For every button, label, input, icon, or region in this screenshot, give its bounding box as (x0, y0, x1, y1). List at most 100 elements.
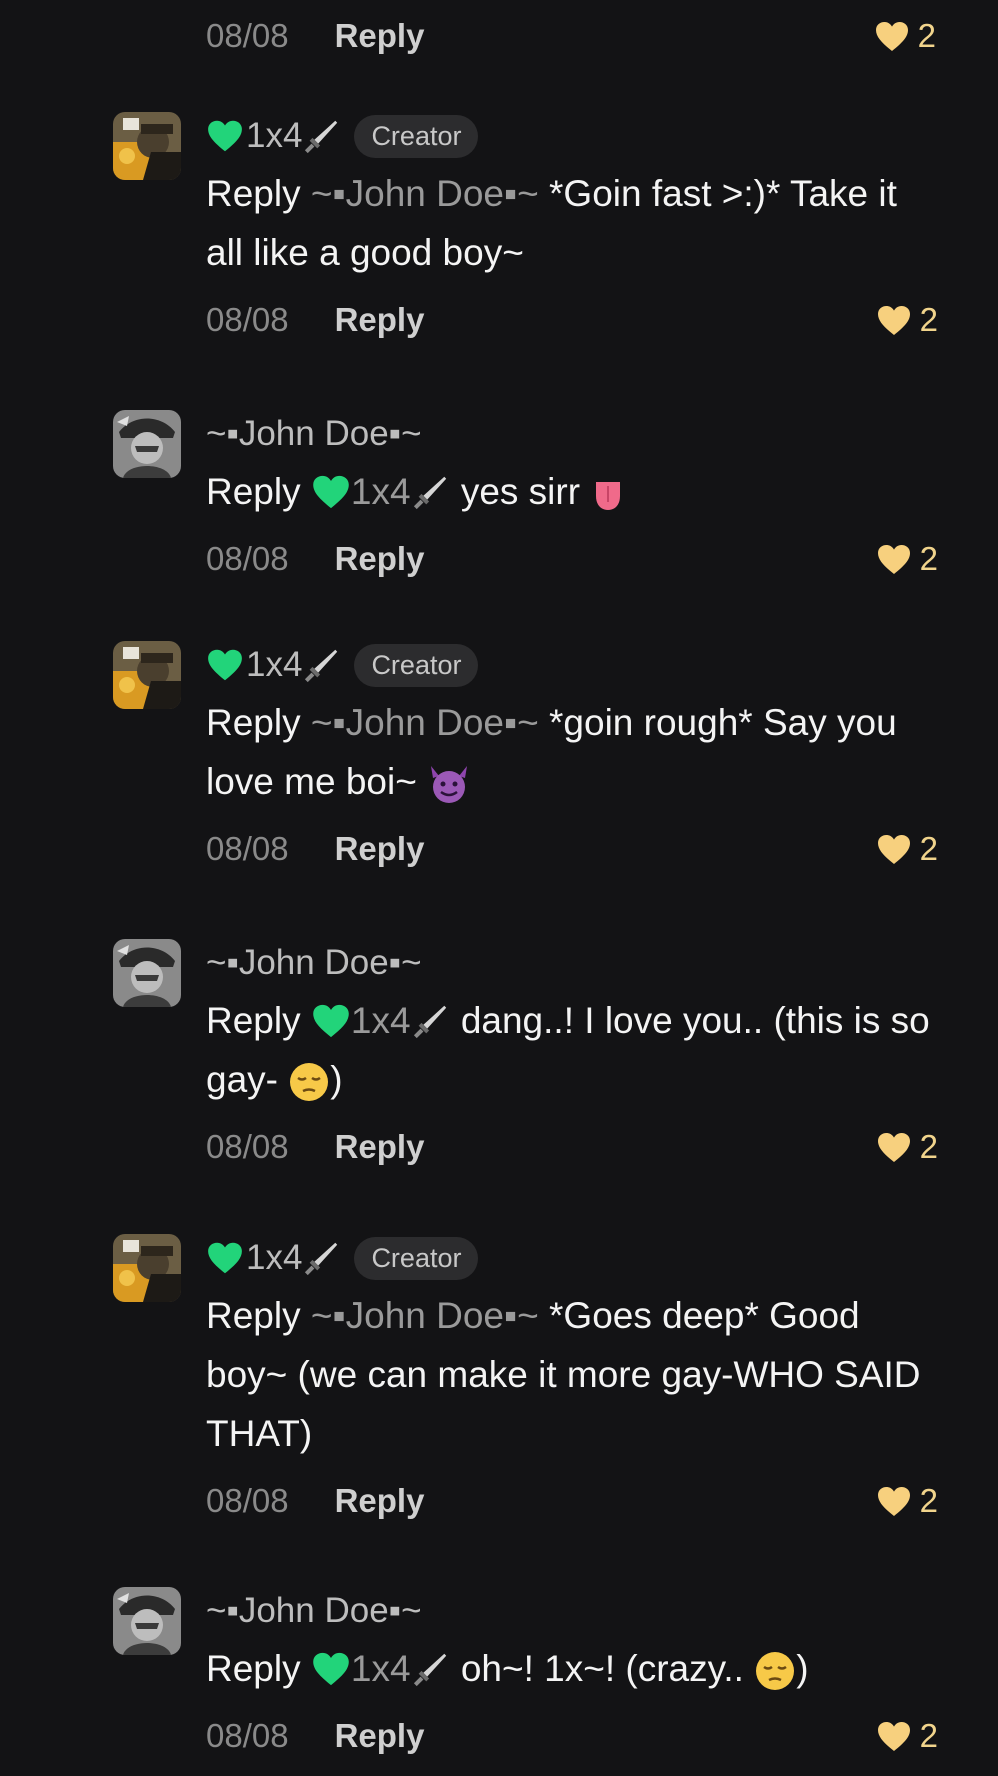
comment-text: Reply ~▪John Doe▪~ *goin rough* Say you … (206, 693, 938, 811)
heart-icon (877, 1486, 910, 1516)
like-button[interactable]: 2 (876, 830, 938, 868)
green-heart-icon (313, 1652, 349, 1685)
author-label: 1x4 (246, 1238, 303, 1277)
pensive-face-emoji (290, 1063, 329, 1102)
reply-button[interactable]: Reply (335, 1482, 425, 1520)
author-name[interactable]: 1x4 (206, 1238, 342, 1278)
heart-icon (875, 21, 908, 51)
comment-body-end: ) (330, 1059, 343, 1100)
dagger-icon (305, 120, 338, 154)
comment-body: yes sirr (450, 471, 581, 512)
creator-badge: Creator (354, 1236, 479, 1280)
like-button[interactable]: 2 (874, 17, 936, 55)
reply-prefix: Reply (206, 702, 301, 743)
dagger-icon (413, 476, 446, 509)
comment-text: Reply 1x4 oh~! 1x~! (crazy.. ) (206, 1639, 938, 1698)
pensive-face-emoji (756, 1652, 795, 1691)
heart-icon (877, 834, 910, 864)
reply-prefix: Reply (206, 1648, 301, 1689)
heart-icon (877, 305, 910, 335)
comment-header: 1x4 Creator (206, 1234, 938, 1282)
avatar[interactable] (113, 112, 181, 180)
dagger-icon (305, 649, 338, 683)
like-button[interactable]: 2 (876, 1128, 938, 1166)
comment-meta: 08/08 Reply 2 (206, 821, 938, 877)
reply-button[interactable]: Reply (335, 1717, 425, 1755)
author-name[interactable]: ~▪John Doe▪~ (206, 1591, 422, 1631)
like-count: 2 (919, 1128, 938, 1165)
like-button[interactable]: 2 (876, 1482, 938, 1520)
like-count: 2 (919, 301, 938, 338)
comment-date: 08/08 (206, 830, 289, 867)
author-name[interactable]: 1x4 (206, 116, 342, 156)
author-name[interactable]: 1x4 (206, 645, 342, 685)
comment-body: *goin rough* Say you love me boi~ (206, 702, 897, 802)
comment-meta: 08/08 Reply 2 (206, 1473, 938, 1529)
mention-link[interactable]: ~▪John Doe▪~ (311, 1286, 539, 1345)
reply-button[interactable]: Reply (335, 301, 425, 339)
avatar[interactable] (113, 1587, 181, 1655)
mention-label: 1x4 (350, 1648, 411, 1689)
comment-date: 08/08 (206, 1482, 289, 1519)
mention-link[interactable]: ~▪John Doe▪~ (311, 164, 539, 223)
reply-button[interactable]: Reply (335, 17, 425, 55)
comment-meta: 08/08 Reply 2 (206, 1708, 938, 1764)
comment-text: Reply ~▪John Doe▪~ *Goes deep* Good boy~… (206, 1286, 938, 1463)
comment-date: 08/08 (206, 1128, 289, 1165)
creator-badge: Creator (354, 114, 479, 158)
comment-date: 08/08 (206, 540, 289, 577)
comment-meta: 08/08 Reply 2 (206, 292, 938, 348)
avatar[interactable] (113, 410, 181, 478)
comment-meta: 08/08 Reply 2 (206, 531, 938, 587)
mention-link[interactable]: 1x4 (311, 991, 451, 1050)
comment-header: ~▪John Doe▪~ (206, 410, 938, 458)
comment-text: Reply 1x4 dang..! I love you.. (this is … (206, 991, 938, 1109)
like-button[interactable]: 2 (876, 1717, 938, 1755)
green-heart-icon (313, 475, 349, 508)
like-count: 2 (919, 1482, 938, 1519)
comment-header: 1x4 Creator (206, 112, 938, 160)
dagger-icon (413, 1005, 446, 1038)
like-count: 2 (917, 17, 936, 54)
like-button[interactable]: 2 (876, 301, 938, 339)
reply-button[interactable]: Reply (335, 830, 425, 868)
like-count: 2 (919, 540, 938, 577)
mention-link[interactable]: 1x4 (311, 462, 451, 521)
green-heart-icon (313, 1004, 349, 1037)
heart-icon (877, 544, 910, 574)
author-name[interactable]: ~▪John Doe▪~ (206, 943, 422, 983)
author-name[interactable]: ~▪John Doe▪~ (206, 414, 422, 454)
comment-text: Reply 1x4 yes sirr (206, 462, 938, 521)
comment-body: oh~! 1x~! (crazy.. (450, 1648, 744, 1689)
creator-badge: Creator (354, 643, 479, 687)
comment-meta: 08/08 Reply 2 (206, 1119, 938, 1175)
comment-date: 08/08 (206, 17, 289, 54)
comment-date: 08/08 (206, 301, 289, 338)
mention-link[interactable]: 1x4 (311, 1639, 451, 1698)
comment-header: 1x4 Creator (206, 641, 938, 689)
avatar[interactable] (113, 1234, 181, 1302)
mention-label: 1x4 (350, 471, 411, 512)
comment-header: ~▪John Doe▪~ (206, 939, 938, 987)
reply-button[interactable]: Reply (335, 1128, 425, 1166)
reply-prefix: Reply (206, 1000, 301, 1041)
author-label: 1x4 (246, 645, 303, 684)
reply-prefix: Reply (206, 471, 301, 512)
comment-body: *Goin fast >:)* Take it all like a good … (206, 173, 897, 273)
heart-icon (877, 1132, 910, 1162)
like-count: 2 (919, 1717, 938, 1754)
comment-text: Reply ~▪John Doe▪~ *Goin fast >:)* Take … (206, 164, 938, 282)
green-heart-icon (208, 120, 242, 152)
mention-link[interactable]: ~▪John Doe▪~ (311, 693, 539, 752)
author-label: 1x4 (246, 116, 303, 155)
like-button[interactable]: 2 (876, 540, 938, 578)
previous-comment-meta: 08/08 Reply 2 (206, 8, 936, 64)
green-heart-icon (208, 649, 242, 681)
avatar[interactable] (113, 939, 181, 1007)
avatar[interactable] (113, 641, 181, 709)
reply-button[interactable]: Reply (335, 540, 425, 578)
comment-date: 08/08 (206, 1717, 289, 1754)
comment-header: ~▪John Doe▪~ (206, 1587, 938, 1635)
dagger-icon (305, 1242, 338, 1276)
mention-label: 1x4 (350, 1000, 411, 1041)
